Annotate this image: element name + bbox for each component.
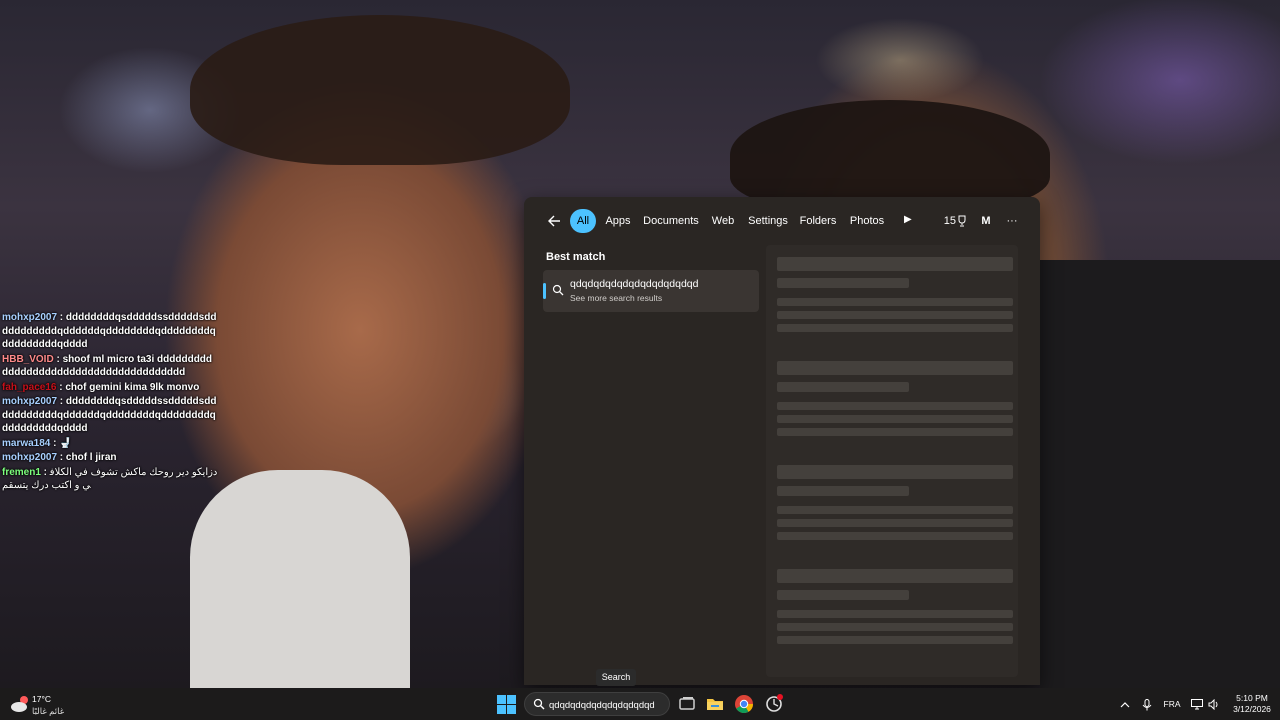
skeleton-bar [777,486,909,496]
weather-cloud-icon [11,696,28,712]
rewards-points: 15 [943,215,956,227]
skeleton-bar [777,636,1013,644]
chat-message: mohxp2007 : ddddddddqsdddddssdddddsddddd… [2,312,217,350]
filter-photos[interactable]: Photos [846,209,888,233]
arrow-left-icon [548,215,560,227]
selection-accent [543,283,546,299]
weather-condition: غائم غالبًا [32,706,65,716]
chat-username: mohxp2007 [2,312,58,323]
skeleton-bar [777,257,1013,271]
filter-apps[interactable]: Apps [602,209,634,233]
skeleton-bar [777,519,1013,527]
result-subtitle: See more search results [570,293,663,303]
volume-icon[interactable] [1207,688,1221,720]
skeleton-bar [777,402,1013,410]
chat-username: HBB_VOID [2,353,54,365]
chat-overlay: mohxp2007 : ddddddddqsdddddssdddddsddddd… [2,311,218,494]
chat-username: mohxp2007 [2,452,58,463]
search-tooltip: Search [596,669,636,686]
skeleton-bar [777,382,909,392]
chat-message: mohxp2007 : chof l jiran [2,452,117,463]
filter-folders[interactable]: Folders [798,209,838,233]
skeleton-bar [777,623,1013,631]
file-explorer-icon[interactable] [705,694,725,714]
skeleton-bar [777,610,1013,618]
search-input[interactable] [547,696,669,714]
chat-text: 🚽 [59,437,72,449]
chat-username: fah_pace16 [2,381,57,393]
skeleton-bar [777,590,909,600]
back-button[interactable] [544,211,566,231]
skeleton-bar [777,569,1013,583]
skeleton-bar [777,532,1013,540]
clock-time: 5:10 PM [1236,693,1268,703]
wallpaper-detail [1040,260,1280,688]
weather-temperature: 17°C [32,694,51,704]
chat-text: chof gemini kima 9lk monvo [65,381,200,393]
chat-message: fremen1 : دزايكو دير روحك ماكش تشوف في ا… [2,466,218,492]
skeleton-bar [777,361,1013,375]
taskbar-search-box[interactable] [524,692,670,716]
search-filter-bar: All Apps Documents Web Settings Folders … [524,209,1040,235]
result-title: qdqdqdqdqdqdqdqdqdqdqd [570,278,699,290]
best-match-result[interactable]: qdqdqdqdqdqdqdqdqdqdqd See more search r… [543,270,759,312]
play-icon[interactable]: ▶ [904,214,912,225]
search-icon [552,284,564,296]
filter-web[interactable]: Web [708,209,738,233]
language-indicator[interactable]: FRA [1160,688,1184,720]
wallpaper-detail [190,470,410,688]
chat-message: HBB_VOID : shoof ml micro ta3i ddddddddd… [2,353,213,379]
skeleton-bar [777,428,1013,436]
weather-widget[interactable]: 17°C غائم غالبًا [10,691,90,717]
microphone-icon[interactable] [1140,688,1154,720]
skeleton-bar [777,506,1013,514]
search-icon [533,698,545,710]
chat-message: marwa184 : 🚽 [2,437,72,449]
taskbar: 17°C غائم غالبًا qdqdqdqdqdqdqdqdqdqd FR… [0,688,1280,720]
chat-username: mohxp2007 [2,396,58,407]
search-panel: All Apps Documents Web Settings Folders … [524,197,1040,685]
wallpaper-detail [730,100,1050,210]
network-icon[interactable] [1190,688,1204,720]
skeleton-bar [777,311,1013,319]
more-options-button[interactable]: ··· [1002,209,1022,233]
chat-username: fremen1 [2,466,41,478]
chat-text: chof l jiran [65,452,117,463]
filter-settings[interactable]: Settings [746,209,790,233]
filter-documents[interactable]: Documents [642,209,700,233]
ai-app-icon[interactable] [764,694,784,714]
best-match-heading: Best match [546,251,606,263]
skeleton-bar [777,415,1013,423]
trophy-icon[interactable] [956,215,968,227]
chrome-icon[interactable] [734,694,754,714]
chat-username: marwa184 [2,437,51,449]
skeleton-bar [777,324,1013,332]
clock-date: 3/12/2026 [1233,704,1271,714]
account-avatar[interactable]: M [978,209,994,233]
skeleton-bar [777,298,1013,306]
skeleton-bar [777,278,909,288]
chat-message: mohxp2007 : ddddddddqsdddddssdddddsddddd… [2,396,217,434]
chevron-up-icon[interactable] [1118,688,1132,720]
clock[interactable]: 5:10 PM 3/12/2026 [1228,693,1276,715]
preview-pane-loading [766,245,1018,677]
filter-all[interactable]: All [570,209,596,233]
windows-start-icon[interactable] [497,695,516,714]
chat-message: fah_pace16 : chof gemini kima 9lk monvo [2,381,200,393]
wallpaper-detail [190,15,570,165]
task-view-icon[interactable] [677,694,697,714]
skeleton-bar [777,465,1013,479]
